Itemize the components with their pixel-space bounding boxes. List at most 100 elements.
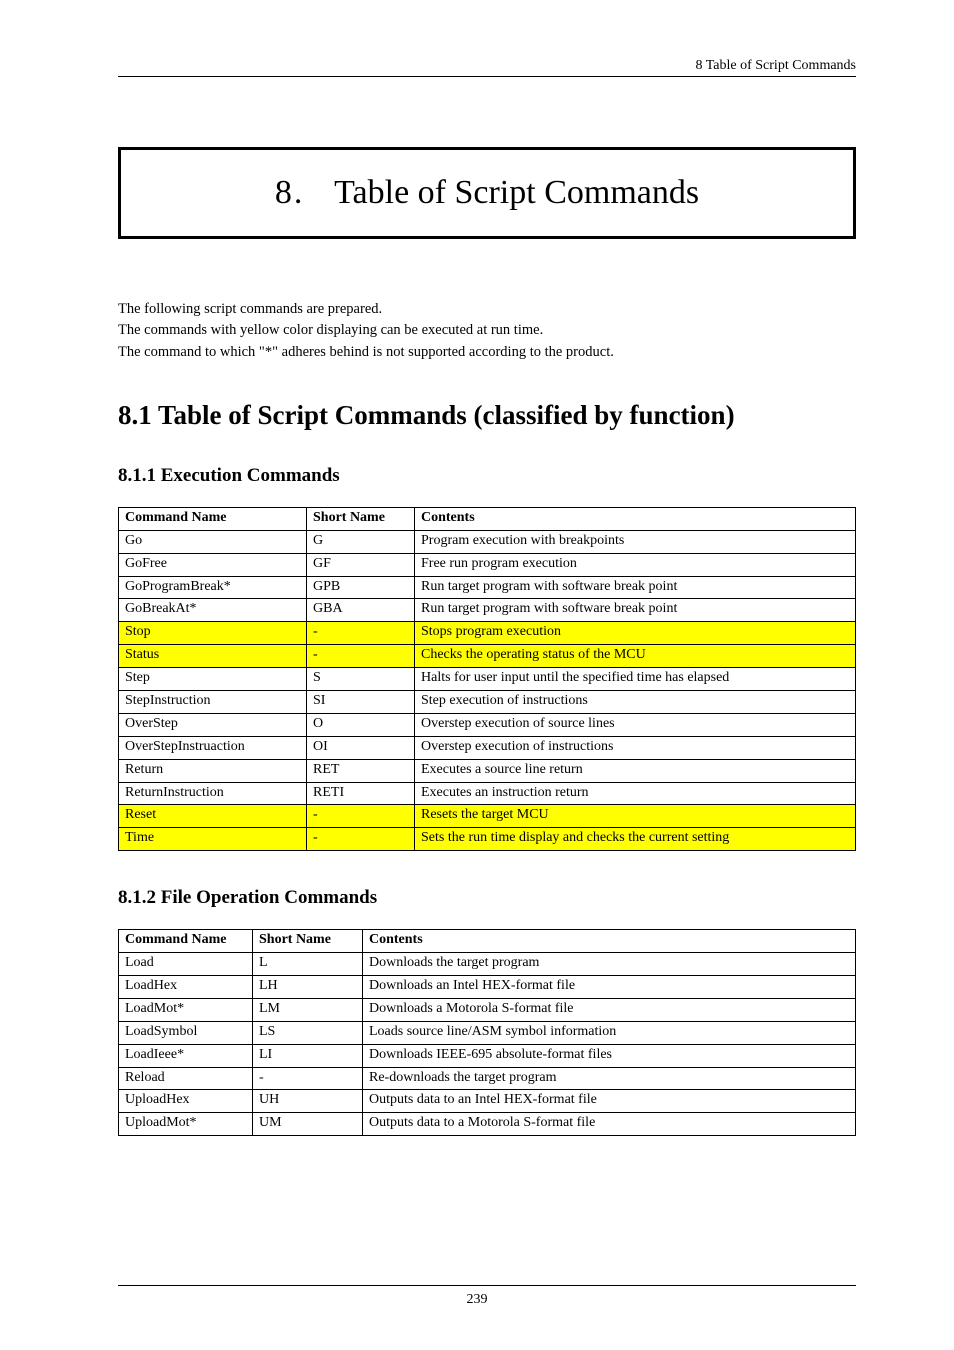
table-cell: Downloads a Motorola S-format file [363, 998, 856, 1021]
table-cell: LH [253, 976, 363, 999]
table-cell: Loads source line/ASM symbol information [363, 1021, 856, 1044]
table-cell: Status [119, 645, 307, 668]
table-row: UploadMot*UMOutputs data to a Motorola S… [119, 1113, 856, 1136]
table-row: LoadIeee*LIDownloads IEEE-695 absolute-f… [119, 1044, 856, 1067]
table-row: StepInstructionSIStep execution of instr… [119, 691, 856, 714]
table-cell: Checks the operating status of the MCU [415, 645, 856, 668]
table-cell: Resets the target MCU [415, 805, 856, 828]
table-cell: Halts for user input until the specified… [415, 668, 856, 691]
page-number: 239 [0, 1292, 954, 1308]
table-cell: RETI [307, 782, 415, 805]
intro-paragraphs: The following script commands are prepar… [118, 299, 856, 362]
subsection-heading-8-1-1: 8.1.1 Execution Commands [118, 465, 856, 487]
table-cell: LS [253, 1021, 363, 1044]
table-cell: - [307, 828, 415, 851]
table-cell: Executes a source line return [415, 759, 856, 782]
table-cell: Stops program execution [415, 622, 856, 645]
table-cell: Run target program with software break p… [415, 576, 856, 599]
table-cell: Re-downloads the target program [363, 1067, 856, 1090]
table-cell: StepInstruction [119, 691, 307, 714]
table-file-operation-commands: Command Name Short Name Contents LoadLDo… [118, 929, 856, 1136]
table-row: OverStepOOverstep execution of source li… [119, 713, 856, 736]
table-row: GoProgramBreak*GPBRun target program wit… [119, 576, 856, 599]
col-header-contents: Contents [415, 507, 856, 530]
table-cell: Overstep execution of instructions [415, 736, 856, 759]
table-cell: Step [119, 668, 307, 691]
table-cell: RET [307, 759, 415, 782]
table-row: GoGProgram execution with breakpoints [119, 530, 856, 553]
table-body: GoGProgram execution with breakpointsGoF… [119, 530, 856, 850]
intro-line: The following script commands are prepar… [118, 299, 856, 319]
table-row: LoadLDownloads the target program [119, 953, 856, 976]
table-cell: L [253, 953, 363, 976]
table-cell: Run target program with software break p… [415, 599, 856, 622]
table-cell: Go [119, 530, 307, 553]
table-cell: LM [253, 998, 363, 1021]
subsection-heading-8-1-2: 8.1.2 File Operation Commands [118, 887, 856, 909]
chapter-title-box: 8. Table of Script Commands [118, 147, 856, 239]
table-row: LoadMot*LMDownloads a Motorola S-format … [119, 998, 856, 1021]
col-header-contents: Contents [363, 930, 856, 953]
chapter-number: 8. [275, 174, 305, 211]
table-cell: Reset [119, 805, 307, 828]
table-cell: - [307, 805, 415, 828]
table-body: LoadLDownloads the target programLoadHex… [119, 953, 856, 1136]
table-cell: Executes an instruction return [415, 782, 856, 805]
table-header-row: Command Name Short Name Contents [119, 930, 856, 953]
running-header: 8 Table of Script Commands [118, 58, 856, 74]
table-cell: GF [307, 553, 415, 576]
table-row: GoBreakAt*GBARun target program with sof… [119, 599, 856, 622]
table-row: LoadHexLHDownloads an Intel HEX-format f… [119, 976, 856, 999]
col-header-short: Short Name [253, 930, 363, 953]
table-header-row: Command Name Short Name Contents [119, 507, 856, 530]
table-cell: GPB [307, 576, 415, 599]
section-heading-8-1: 8.1 Table of Script Commands (classified… [118, 400, 856, 431]
table-cell: - [307, 645, 415, 668]
table-cell: Downloads IEEE-695 absolute-format files [363, 1044, 856, 1067]
table-row: UploadHexUHOutputs data to an Intel HEX-… [119, 1090, 856, 1113]
table-row: StepSHalts for user input until the spec… [119, 668, 856, 691]
table-cell: UM [253, 1113, 363, 1136]
table-cell: GoBreakAt* [119, 599, 307, 622]
table-cell: Downloads the target program [363, 953, 856, 976]
table-cell: Return [119, 759, 307, 782]
table-cell: O [307, 713, 415, 736]
table-cell: Outputs data to an Intel HEX-format file [363, 1090, 856, 1113]
table-row: OverStepInstruactionOIOverstep execution… [119, 736, 856, 759]
table-cell: Stop [119, 622, 307, 645]
col-header-name: Command Name [119, 930, 253, 953]
table-cell: LoadSymbol [119, 1021, 253, 1044]
table-cell: Overstep execution of source lines [415, 713, 856, 736]
col-header-name: Command Name [119, 507, 307, 530]
intro-line: The commands with yellow color displayin… [118, 320, 856, 340]
table-cell: Program execution with breakpoints [415, 530, 856, 553]
table-cell: Downloads an Intel HEX-format file [363, 976, 856, 999]
table-cell: LoadHex [119, 976, 253, 999]
table-row: Status-Checks the operating status of th… [119, 645, 856, 668]
table-row: ReturnInstructionRETIExecutes an instruc… [119, 782, 856, 805]
table-cell: OverStepInstruaction [119, 736, 307, 759]
table-cell: Free run program execution [415, 553, 856, 576]
table-cell: Sets the run time display and checks the… [415, 828, 856, 851]
table-cell: Reload [119, 1067, 253, 1090]
table-row: ReturnRETExecutes a source line return [119, 759, 856, 782]
table-cell: Step execution of instructions [415, 691, 856, 714]
table-cell: OverStep [119, 713, 307, 736]
table-row: LoadSymbolLSLoads source line/ASM symbol… [119, 1021, 856, 1044]
footer-rule [118, 1285, 856, 1286]
table-execution-commands: Command Name Short Name Contents GoGProg… [118, 507, 856, 851]
table-row: Reload-Re-downloads the target program [119, 1067, 856, 1090]
header-rule [118, 76, 856, 77]
table-cell: GoProgramBreak* [119, 576, 307, 599]
table-cell: Outputs data to a Motorola S-format file [363, 1113, 856, 1136]
table-cell: - [253, 1067, 363, 1090]
table-cell: - [307, 622, 415, 645]
page: 8 Table of Script Commands 8. Table of S… [0, 0, 954, 1350]
intro-line: The command to which "*" adheres behind … [118, 342, 856, 362]
col-header-short: Short Name [307, 507, 415, 530]
table-cell: UH [253, 1090, 363, 1113]
table-cell: G [307, 530, 415, 553]
table-row: GoFreeGFFree run program execution [119, 553, 856, 576]
table-cell: S [307, 668, 415, 691]
chapter-title: Table of Script Commands [334, 174, 699, 211]
